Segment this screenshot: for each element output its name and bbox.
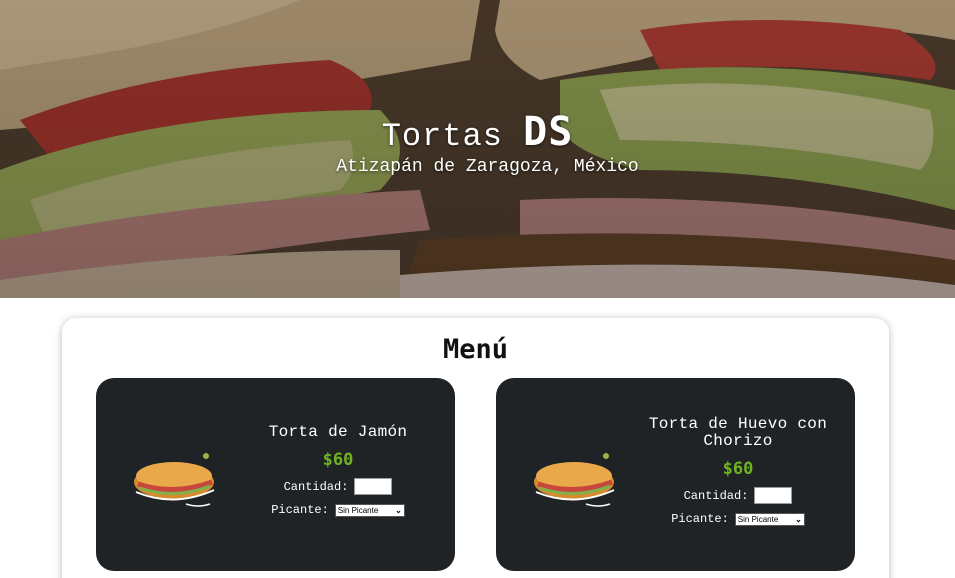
- menu-panel: Menú Torta de Jamón $60 Cantidad: Picant…: [62, 318, 889, 578]
- item-price: $60: [722, 459, 754, 479]
- quantity-input[interactable]: [354, 478, 393, 495]
- site-title-light: Tortas: [381, 118, 503, 155]
- quantity-row: Cantidad:: [228, 478, 448, 495]
- item-name: Torta de Jamón: [268, 423, 408, 441]
- site-title-bold: DS: [523, 109, 574, 155]
- item-name: Torta de Huevo con Chorizo: [648, 415, 828, 450]
- spicy-select[interactable]: Sin Picante ⌄: [334, 503, 405, 517]
- chevron-down-icon: ⌄: [395, 505, 402, 515]
- spicy-select-value: Sin Picante: [737, 514, 779, 524]
- spicy-select-value: Sin Picante: [337, 505, 379, 515]
- quantity-input[interactable]: [754, 487, 793, 504]
- chevron-down-icon: ⌄: [795, 514, 802, 524]
- menu-item-card: Torta de Jamón $60 Cantidad: Picante: Si…: [96, 378, 455, 571]
- quantity-row: Cantidad:: [628, 487, 848, 504]
- spicy-row: Picante: Sin Picante ⌄: [628, 512, 848, 526]
- spicy-label: Picante:: [271, 503, 329, 517]
- spicy-label: Picante:: [671, 512, 729, 526]
- menu-title: Menú: [442, 334, 509, 365]
- spicy-select[interactable]: Sin Picante ⌄: [734, 512, 805, 526]
- quantity-label: Cantidad:: [683, 488, 749, 503]
- quantity-label: Cantidad:: [283, 479, 349, 494]
- site-location: Atizapán de Zaragoza, México: [336, 157, 639, 177]
- spicy-row: Picante: Sin Picante ⌄: [228, 503, 448, 517]
- item-price: $60: [322, 450, 354, 470]
- site-title: Tortas DS: [0, 112, 955, 157]
- sandwich-icon: [134, 453, 215, 507]
- sandwich-icon: [534, 453, 615, 507]
- menu-item-card: Torta de Huevo con Chorizo $60 Cantidad:…: [496, 378, 855, 571]
- hero-banner: Tortas DS Atizapán de Zaragoza, México: [0, 0, 955, 298]
